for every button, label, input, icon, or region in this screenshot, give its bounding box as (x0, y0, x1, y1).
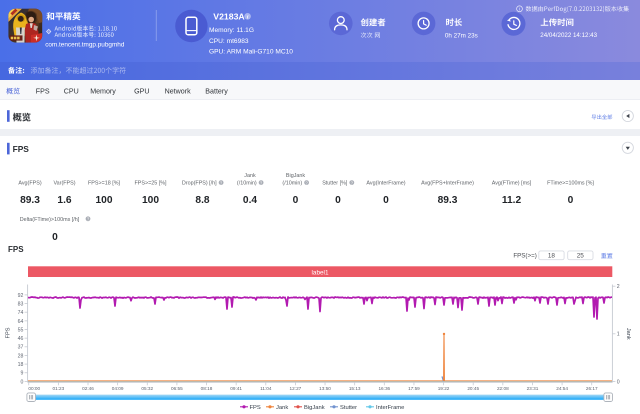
svg-text:Network: Network (165, 88, 191, 96)
svg-text:89.3: 89.3 (438, 195, 458, 206)
svg-text:BigJank: BigJank (286, 173, 305, 179)
svg-text:19:22: 19:22 (438, 386, 450, 391)
svg-text:26:17: 26:17 (586, 386, 598, 391)
svg-text:Battery: Battery (205, 88, 228, 96)
svg-text:22:08: 22:08 (497, 386, 509, 391)
svg-text:label1: label1 (311, 269, 329, 276)
svg-text:FPS: FPS (13, 144, 30, 154)
svg-text:0: 0 (21, 379, 24, 385)
svg-text:(/10min): (/10min) (282, 181, 302, 187)
svg-text:04:09: 04:09 (112, 386, 124, 391)
svg-text:12:27: 12:27 (290, 386, 302, 391)
svg-text:Memory: 11.1G: Memory: 11.1G (209, 27, 254, 34)
svg-text:Stutter: Stutter (340, 405, 357, 411)
svg-text:FPS>=18 [%]: FPS>=18 [%] (88, 181, 121, 187)
svg-text:0.4: 0.4 (243, 195, 257, 206)
svg-text:FPS: FPS (6, 327, 12, 338)
svg-text:92: 92 (18, 293, 24, 299)
svg-text:46: 46 (18, 336, 24, 342)
svg-text:FPS: FPS (8, 245, 24, 254)
svg-text:0: 0 (335, 195, 341, 206)
svg-text:13:50: 13:50 (319, 386, 331, 391)
svg-text:Var(FPS): Var(FPS) (53, 181, 75, 187)
svg-text:0: 0 (568, 195, 574, 206)
svg-text:1.6: 1.6 (57, 195, 71, 206)
svg-text:83: 83 (18, 301, 24, 307)
svg-text:28: 28 (18, 353, 24, 359)
svg-text:FPS(>=): FPS(>=) (513, 253, 536, 260)
svg-text:08:18: 08:18 (201, 386, 213, 391)
svg-text:06:55: 06:55 (171, 386, 183, 391)
svg-text:100: 100 (96, 195, 113, 206)
svg-text:8.8: 8.8 (195, 195, 209, 206)
svg-text:89.3: 89.3 (20, 195, 40, 206)
svg-text:Avg(FPS): Avg(FPS) (18, 181, 41, 187)
svg-text:55: 55 (18, 327, 24, 333)
svg-text:FPS>=25 [%]: FPS>=25 [%] (134, 181, 167, 187)
svg-text:11.2: 11.2 (502, 195, 522, 206)
svg-text:com.tencent.tmgp.pubgmhd: com.tencent.tmgp.pubgmhd (45, 42, 125, 49)
svg-text:2: 2 (617, 284, 620, 290)
svg-text:0: 0 (617, 379, 620, 385)
svg-text:Stutter [%]: Stutter [%] (322, 181, 348, 187)
svg-text:18: 18 (548, 253, 556, 260)
svg-text:0h 27m 23s: 0h 27m 23s (445, 33, 478, 40)
svg-text:24/04/2022 14:12:43: 24/04/2022 14:12:43 (540, 32, 597, 39)
svg-text:FTime>=100ms [%]: FTime>=100ms [%] (547, 181, 594, 187)
svg-text:Jank: Jank (244, 173, 256, 179)
svg-text:24:54: 24:54 (556, 386, 568, 391)
svg-text:17:59: 17:59 (408, 386, 420, 391)
svg-text:V2183A: V2183A (213, 11, 245, 21)
svg-text:InterFrame: InterFrame (376, 405, 404, 411)
svg-text:11:04: 11:04 (260, 386, 272, 391)
svg-text:FPS: FPS (36, 88, 50, 96)
svg-text:37: 37 (18, 345, 24, 351)
svg-text:Drop(FPS) [/h]: Drop(FPS) [/h] (182, 181, 217, 187)
svg-text:GPU: ARM Mali-G710 MC10: GPU: ARM Mali-G710 MC10 (209, 49, 293, 56)
svg-text:100: 100 (142, 195, 159, 206)
svg-text:9: 9 (21, 371, 24, 377)
svg-text:18: 18 (18, 362, 24, 368)
svg-text:Avg(InterFrame): Avg(InterFrame) (366, 181, 405, 187)
svg-text:GPU: GPU (134, 88, 149, 96)
svg-text:CPU: CPU (64, 88, 79, 96)
svg-text:i: i (519, 7, 520, 12)
svg-text:1: 1 (617, 332, 620, 338)
svg-text:02:46: 02:46 (82, 386, 94, 391)
svg-text:01:23: 01:23 (53, 386, 65, 391)
svg-text:16:36: 16:36 (378, 386, 390, 391)
svg-text:0: 0 (383, 195, 389, 206)
svg-text:BigJank: BigJank (304, 405, 325, 411)
svg-text:0: 0 (52, 232, 58, 243)
svg-text:64: 64 (18, 319, 24, 325)
svg-text:Avg(FTime) [ms]: Avg(FTime) [ms] (492, 181, 532, 187)
svg-text:25: 25 (577, 253, 585, 260)
svg-text:0: 0 (293, 195, 299, 206)
svg-text:09:41: 09:41 (230, 386, 242, 391)
svg-text:Jank: Jank (276, 405, 288, 411)
svg-text:05:32: 05:32 (141, 386, 153, 391)
svg-text:15:13: 15:13 (349, 386, 361, 391)
svg-text:Delta(FTime)>100ms [/h]: Delta(FTime)>100ms [/h] (20, 217, 80, 223)
svg-text:Avg(FPS+InterFrame): Avg(FPS+InterFrame) (421, 181, 474, 187)
svg-text:CPU: mt6983: CPU: mt6983 (209, 38, 249, 45)
svg-text:00:00: 00:00 (28, 386, 40, 391)
svg-text:(/10min): (/10min) (237, 181, 257, 187)
svg-text:FPS: FPS (250, 405, 261, 411)
svg-text:23:31: 23:31 (527, 386, 539, 391)
svg-text:Memory: Memory (90, 88, 116, 96)
svg-text:74: 74 (18, 310, 24, 316)
svg-text:Jank: Jank (625, 328, 631, 340)
svg-text:20:45: 20:45 (467, 386, 479, 391)
